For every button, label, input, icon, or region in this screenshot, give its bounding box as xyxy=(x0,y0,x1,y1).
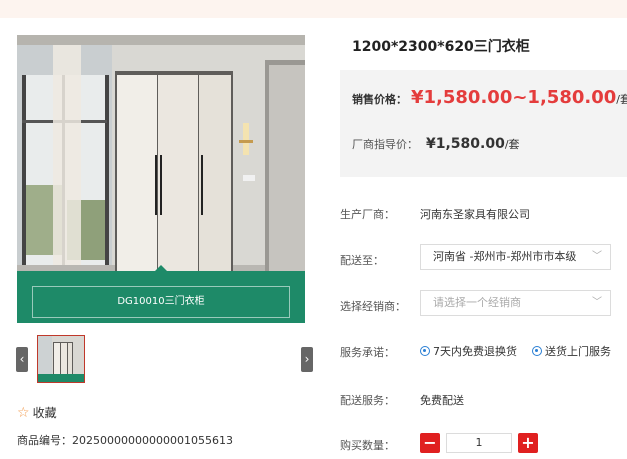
thumbnail-prev-arrow[interactable]: ‹ xyxy=(16,347,28,372)
top-band xyxy=(0,0,627,18)
dealer-placeholder: 请选择一个经销商 xyxy=(433,296,521,309)
delivery-region-value: 河南省 -郑州市-郑州市市本级 xyxy=(433,250,577,263)
guide-price-row: 厂商指导价： ¥1,580.00 /套 xyxy=(352,136,520,152)
sale-price-label: 销售价格： xyxy=(352,93,407,106)
wardrobe-photo xyxy=(17,35,305,323)
favorite-label: 收藏 xyxy=(32,406,57,420)
quantity-input[interactable]: 1 xyxy=(446,433,512,453)
service-item-return: 7天内免费退换货 xyxy=(420,343,517,359)
sale-price-value: ¥1,580.00~1,580.00 xyxy=(411,87,617,108)
star-icon: ☆ xyxy=(17,404,30,421)
delivery-service-value: 免费配送 xyxy=(420,394,464,407)
thumbnail-next-arrow[interactable]: › xyxy=(301,347,313,372)
sale-price-row: 销售价格： ¥1,580.00~1,580.00 /套 xyxy=(352,87,627,108)
delivery-service-label: 配送服务： xyxy=(340,394,395,407)
dealer-select[interactable]: 请选择一个经销商 ﹀ xyxy=(420,290,611,316)
guide-price-label: 厂商指导价： xyxy=(352,138,418,151)
guide-price-value: ¥1,580.00 xyxy=(426,136,505,152)
image-caption: DG10010三门衣柜 xyxy=(32,286,290,318)
service-label: 服务承诺： xyxy=(340,346,395,359)
thumbnail-photo xyxy=(38,336,84,382)
home-delivery-icon xyxy=(532,346,542,356)
delivery-region-select[interactable]: 河南省 -郑州市-郑州市市本级 ﹀ xyxy=(420,244,611,270)
thumbnail-image[interactable] xyxy=(37,335,85,383)
delivery-to-label: 配送至： xyxy=(340,254,384,267)
sale-price-unit: /套 xyxy=(616,93,627,106)
quantity-increase-button[interactable]: + xyxy=(518,433,538,453)
service-item-text: 7天内免费退换货 xyxy=(433,345,517,358)
sku-label: 商品编号： xyxy=(17,434,72,447)
guide-price-unit: /套 xyxy=(504,138,520,151)
sku-value: 20250000000000001055613 xyxy=(72,434,233,447)
chevron-down-icon: ﹀ xyxy=(592,251,602,262)
chevron-down-icon: ﹀ xyxy=(592,297,602,308)
quantity-decrease-button[interactable]: − xyxy=(420,433,440,453)
product-title: 1200*2300*620三门衣柜 xyxy=(352,39,530,55)
return-policy-icon xyxy=(420,346,430,356)
dealer-label: 选择经销商： xyxy=(340,300,406,313)
product-sku: 商品编号：20250000000000001055613 xyxy=(17,432,233,448)
manufacturer-value: 河南东圣家具有限公司 xyxy=(420,208,530,221)
manufacturer-label: 生产厂商： xyxy=(340,208,395,221)
favorite-button[interactable]: ☆ 收藏 xyxy=(17,404,57,421)
service-item-delivery: 送货上门服务 xyxy=(532,343,611,359)
quantity-label: 购买数量： xyxy=(340,439,395,452)
service-item-text: 送货上门服务 xyxy=(545,345,611,358)
main-product-image[interactable]: DG10010三门衣柜 xyxy=(17,35,305,323)
